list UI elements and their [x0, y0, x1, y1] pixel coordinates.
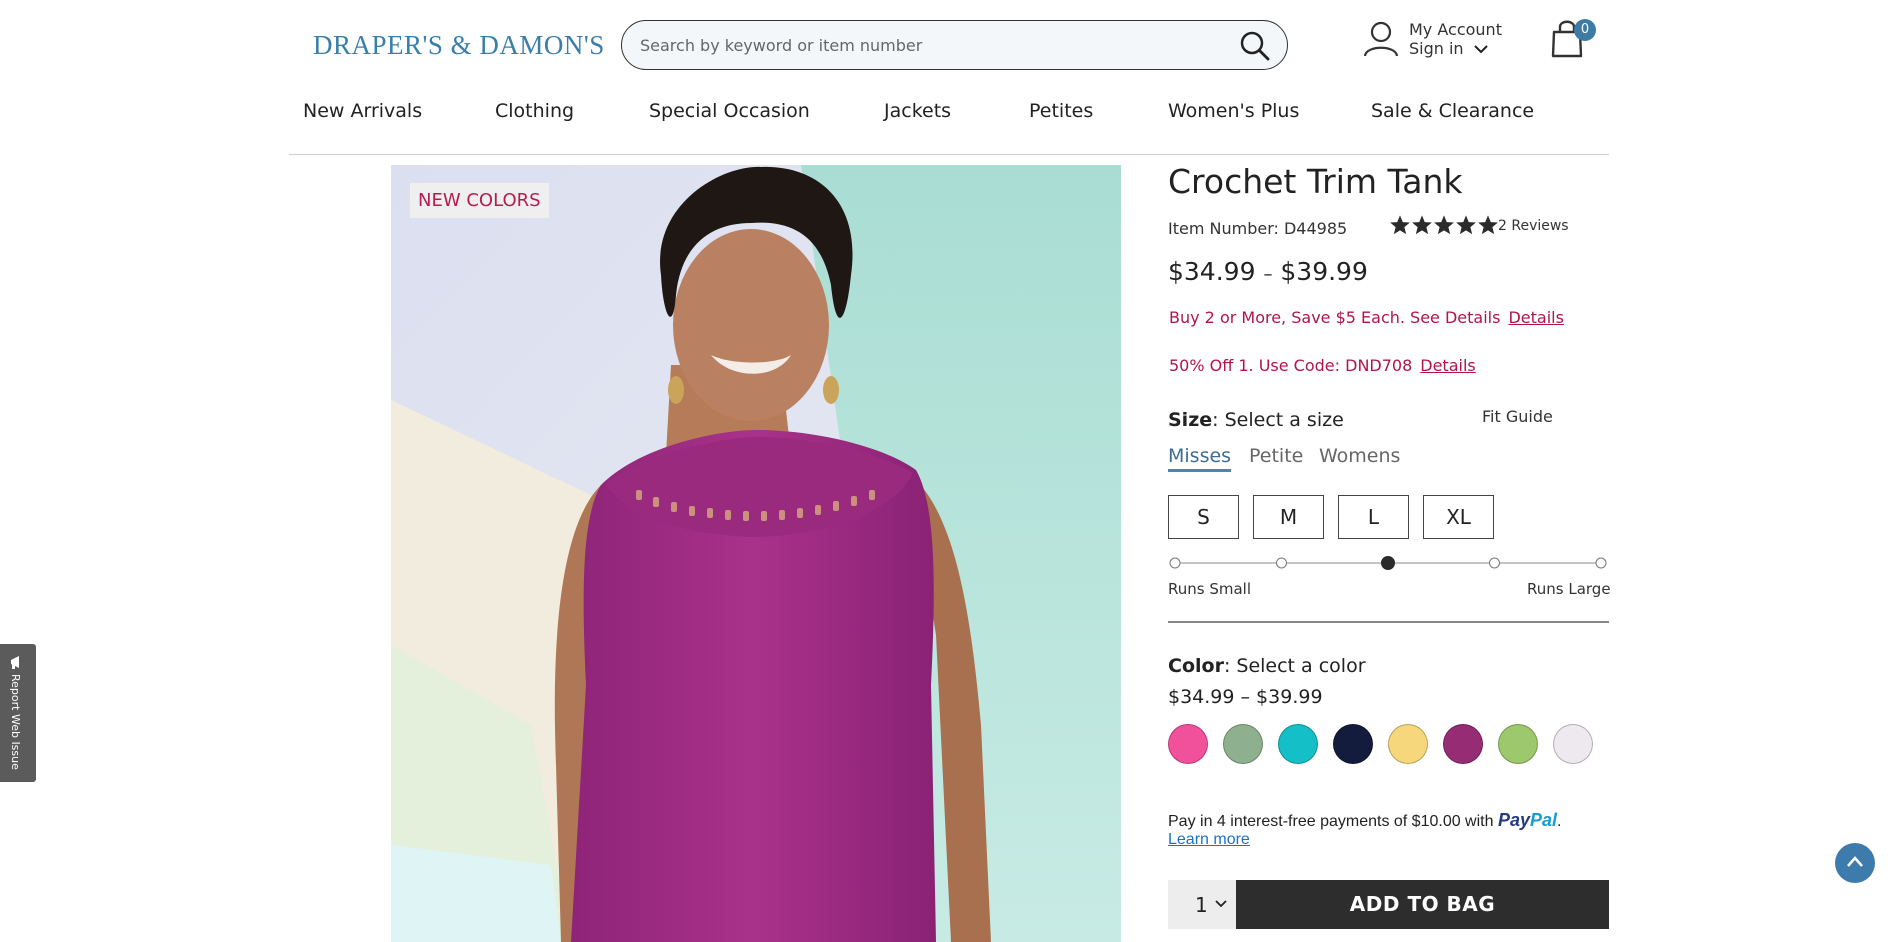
fit-scale-marker — [1276, 557, 1287, 569]
tab-petite[interactable]: Petite — [1249, 445, 1303, 467]
active-tab-indicator — [1168, 469, 1231, 472]
megaphone-icon — [9, 654, 25, 670]
size-heading: Size: Select a size — [1168, 409, 1344, 431]
star-icon — [1390, 215, 1410, 235]
runs-small-label: Runs Small — [1168, 580, 1252, 598]
section-divider — [1168, 621, 1609, 623]
paypal-period: . — [1557, 813, 1562, 830]
learn-more-link[interactable]: Learn more — [1168, 831, 1250, 849]
chevron-down-icon[interactable] — [1473, 39, 1488, 58]
cart-count-badge: 0 — [1574, 19, 1596, 41]
item-number: Item Number: D44985 — [1168, 219, 1348, 238]
star-icon — [1434, 215, 1454, 235]
price-high: $39.99 — [1280, 257, 1368, 286]
price-separator: – — [1263, 264, 1273, 285]
color-price-range: $34.99 – $39.99 — [1168, 686, 1323, 708]
my-account-label: My Account — [1409, 20, 1502, 39]
search-icon[interactable] — [1239, 31, 1271, 61]
account-menu[interactable]: My Account Sign in — [1409, 20, 1502, 58]
nav-item-jackets[interactable]: Jackets — [884, 100, 951, 122]
add-to-bag-button[interactable]: ADD TO BAG — [1236, 880, 1609, 929]
fit-guide-link[interactable]: Fit Guide — [1482, 407, 1553, 426]
fit-scale-selected-marker — [1381, 556, 1395, 570]
promo-code: 50% Off 1. Use Code: DND708 Details — [1169, 356, 1476, 375]
nav-item-new-arrivals[interactable]: New Arrivals — [303, 100, 422, 122]
paypal-logo: PayPal — [1498, 810, 1557, 830]
site-logo[interactable]: DRAPER'S & DAMON'S — [313, 30, 605, 61]
tab-womens[interactable]: Womens — [1319, 445, 1400, 467]
search-bar — [621, 20, 1288, 70]
price-low: $34.99 — [1168, 257, 1256, 286]
color-swatch[interactable] — [1443, 724, 1483, 764]
paypal-message: Pay in 4 interest-free payments of $10.0… — [1168, 810, 1561, 831]
new-colors-badge: NEW COLORS — [410, 183, 549, 218]
user-icon[interactable] — [1362, 20, 1400, 58]
star-icon — [1412, 215, 1432, 235]
reviews-link[interactable]: 2 Reviews — [1498, 218, 1569, 234]
fit-scale-marker — [1489, 557, 1500, 569]
color-heading: Color: Select a color — [1168, 655, 1366, 677]
header-divider — [289, 154, 1609, 155]
star-rating[interactable] — [1389, 214, 1499, 236]
runs-large-label: Runs Large — [1527, 580, 1611, 598]
paypal-logo-pal: Pal — [1530, 810, 1558, 830]
fit-scale — [1169, 556, 1607, 570]
color-swatch[interactable] — [1498, 724, 1538, 764]
size-value: : Select a size — [1212, 409, 1344, 431]
fit-scale-marker — [1169, 557, 1181, 569]
nav-item-petites[interactable]: Petites — [1029, 100, 1093, 122]
chevron-up-icon — [1847, 856, 1863, 867]
quantity-select[interactable]: 1 — [1168, 880, 1236, 929]
star-icon — [1456, 215, 1476, 235]
promo-buy-two: Buy 2 or More, Save $5 Each. See Details… — [1169, 308, 1564, 327]
color-value: : Select a color — [1223, 655, 1366, 677]
color-swatch[interactable] — [1278, 724, 1318, 764]
color-swatch[interactable] — [1333, 724, 1373, 764]
color-label: Color — [1168, 655, 1224, 677]
nav-item-special-occasion[interactable]: Special Occasion — [649, 100, 810, 122]
nav-item-sale-clearance[interactable]: Sale & Clearance — [1371, 100, 1534, 122]
size-button-xl[interactable]: XL — [1423, 495, 1494, 539]
promo-text: Buy 2 or More, Save $5 Each. See Details — [1169, 308, 1501, 327]
color-swatch[interactable] — [1223, 724, 1263, 764]
color-swatch[interactable] — [1553, 724, 1593, 764]
report-web-issue-tab[interactable]: Report Web Issue — [0, 644, 36, 782]
star-icon — [1478, 215, 1498, 235]
promo-text: 50% Off 1. Use Code: DND708 — [1169, 356, 1413, 375]
color-swatch[interactable] — [1168, 724, 1208, 764]
product-title: Crochet Trim Tank — [1168, 162, 1463, 201]
tab-misses[interactable]: Misses — [1168, 445, 1231, 467]
fit-scale-marker — [1595, 557, 1607, 569]
price-range: $34.99 – $39.99 — [1168, 257, 1368, 286]
quantity-value: 1 — [1195, 893, 1208, 917]
paypal-logo-pay: Pay — [1497, 810, 1530, 830]
promo-details-link[interactable]: Details — [1420, 356, 1475, 375]
sign-in-label[interactable]: Sign in — [1409, 39, 1464, 58]
size-button-s[interactable]: S — [1168, 495, 1239, 539]
size-button-m[interactable]: M — [1253, 495, 1324, 539]
chevron-down-icon — [1215, 900, 1227, 908]
promo-details-link[interactable]: Details — [1508, 308, 1563, 327]
back-to-top-button[interactable] — [1835, 843, 1875, 883]
size-label: Size — [1168, 409, 1213, 431]
paypal-installment-text: Pay in 4 interest-free payments of $10.0… — [1168, 813, 1494, 830]
product-image[interactable] — [391, 165, 1121, 942]
nav-item-clothing[interactable]: Clothing — [495, 100, 574, 122]
report-web-issue-label: Report Web Issue — [9, 674, 22, 770]
search-input[interactable] — [640, 33, 1220, 57]
color-swatch[interactable] — [1388, 724, 1428, 764]
size-button-l[interactable]: L — [1338, 495, 1409, 539]
nav-item-womens-plus[interactable]: Women's Plus — [1168, 100, 1299, 122]
